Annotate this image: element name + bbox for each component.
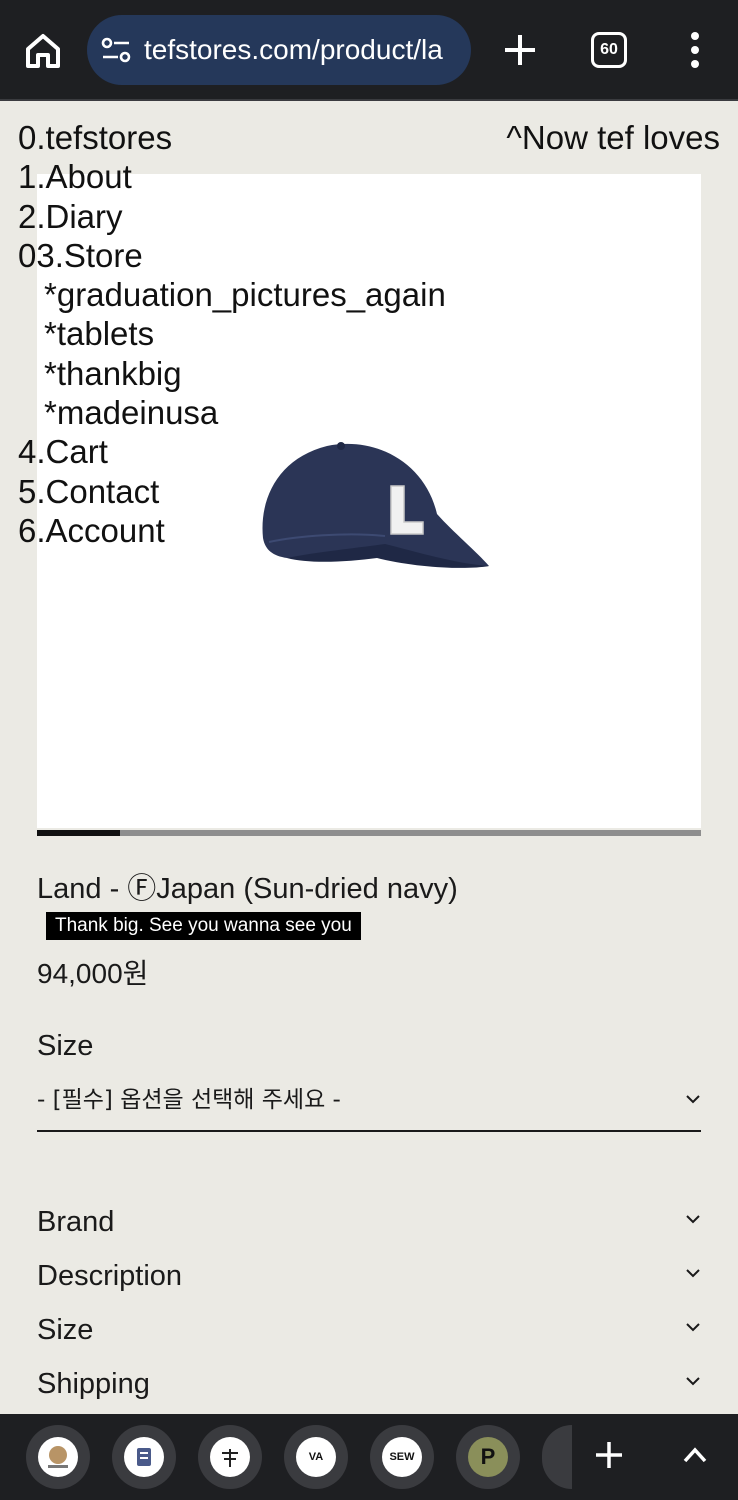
- tab-switcher-button[interactable]: 60: [591, 32, 627, 68]
- image-slider-progress: [37, 830, 120, 836]
- more-vert-icon[interactable]: [683, 30, 707, 70]
- nav-item-account[interactable]: 6.Account: [18, 511, 446, 550]
- accordion-size[interactable]: Size: [37, 1310, 701, 1350]
- site-favicon-icon: [38, 1437, 78, 1477]
- url-text[interactable]: tefstores.com/product/la: [144, 34, 461, 66]
- tab-thumbnail[interactable]: [198, 1425, 262, 1489]
- tab-label: VA: [296, 1437, 336, 1477]
- product-tagline: Thank big. See you wanna see you: [46, 912, 361, 940]
- browser-toolbar: tefstores.com/product/la 60: [0, 0, 738, 101]
- tab-thumbnail[interactable]: SEW: [370, 1425, 434, 1489]
- product-title: Land - ⒻJapan (Sun-dried navy): [37, 873, 458, 905]
- site-favicon-icon: [210, 1437, 250, 1477]
- tab-thumbnail-partial[interactable]: [542, 1425, 572, 1489]
- chevron-down-icon[interactable]: [685, 1214, 701, 1224]
- size-select-value[interactable]: - [필수] 옵션을 선택해 주세요 -: [37, 1084, 341, 1116]
- address-bar[interactable]: tefstores.com/product/la: [87, 15, 471, 85]
- nav-item-cart[interactable]: 4.Cart: [18, 432, 446, 471]
- accordion-label[interactable]: Size: [37, 1310, 93, 1350]
- nav-item-home[interactable]: 0.tefstores: [18, 118, 446, 157]
- tune-icon[interactable]: [101, 37, 131, 63]
- tab-thumbnail[interactable]: P: [456, 1425, 520, 1489]
- accordion-label[interactable]: Description: [37, 1256, 182, 1296]
- tab-label: P: [468, 1437, 508, 1477]
- nav-subitem-madeinusa[interactable]: *madeinusa: [18, 393, 446, 432]
- nav-subitem-graduation-pictures-again[interactable]: *graduation_pictures_again: [18, 275, 446, 314]
- tab-strip: VA SEW P: [0, 1414, 738, 1500]
- nav-item-diary[interactable]: 2.Diary: [18, 197, 446, 236]
- accordion-description[interactable]: Description: [37, 1256, 701, 1296]
- site-nav: 0.tefstores 1.About 2.Diary 03.Store *gr…: [18, 118, 446, 550]
- accordion-brand[interactable]: Brand: [37, 1202, 701, 1242]
- now-tef-loves-link[interactable]: ^Now tef loves: [506, 118, 720, 157]
- tab-thumbnail[interactable]: [26, 1425, 90, 1489]
- plus-icon[interactable]: [594, 1440, 624, 1470]
- plus-icon[interactable]: [500, 30, 540, 70]
- chevron-down-icon[interactable]: [685, 1376, 701, 1386]
- product-price: 94,000원: [37, 958, 149, 989]
- chevron-down-icon[interactable]: [685, 1268, 701, 1278]
- chevron-down-icon[interactable]: [685, 1094, 701, 1104]
- nav-subitem-thankbig[interactable]: *thankbig: [18, 354, 446, 393]
- size-select[interactable]: - [필수] 옵션을 선택해 주세요 -: [37, 1078, 701, 1132]
- chevron-down-icon[interactable]: [685, 1322, 701, 1332]
- nav-item-contact[interactable]: 5.Contact: [18, 472, 446, 511]
- home-icon[interactable]: [22, 30, 64, 72]
- nav-subitem-tablets[interactable]: *tablets: [18, 314, 446, 353]
- tab-thumbnail[interactable]: [112, 1425, 176, 1489]
- tab-label: SEW: [382, 1437, 422, 1477]
- image-slider-track[interactable]: [37, 830, 701, 836]
- nav-item-store[interactable]: 03.Store: [18, 236, 446, 275]
- size-option-label: Size: [37, 1030, 94, 1062]
- accordion-shipping[interactable]: Shipping: [37, 1364, 701, 1404]
- chevron-up-icon[interactable]: [682, 1446, 708, 1464]
- site-favicon-icon: [124, 1437, 164, 1477]
- accordion-label[interactable]: Shipping: [37, 1364, 150, 1404]
- tab-thumbnail[interactable]: VA: [284, 1425, 348, 1489]
- nav-item-about[interactable]: 1.About: [18, 157, 446, 196]
- accordion-label[interactable]: Brand: [37, 1202, 114, 1242]
